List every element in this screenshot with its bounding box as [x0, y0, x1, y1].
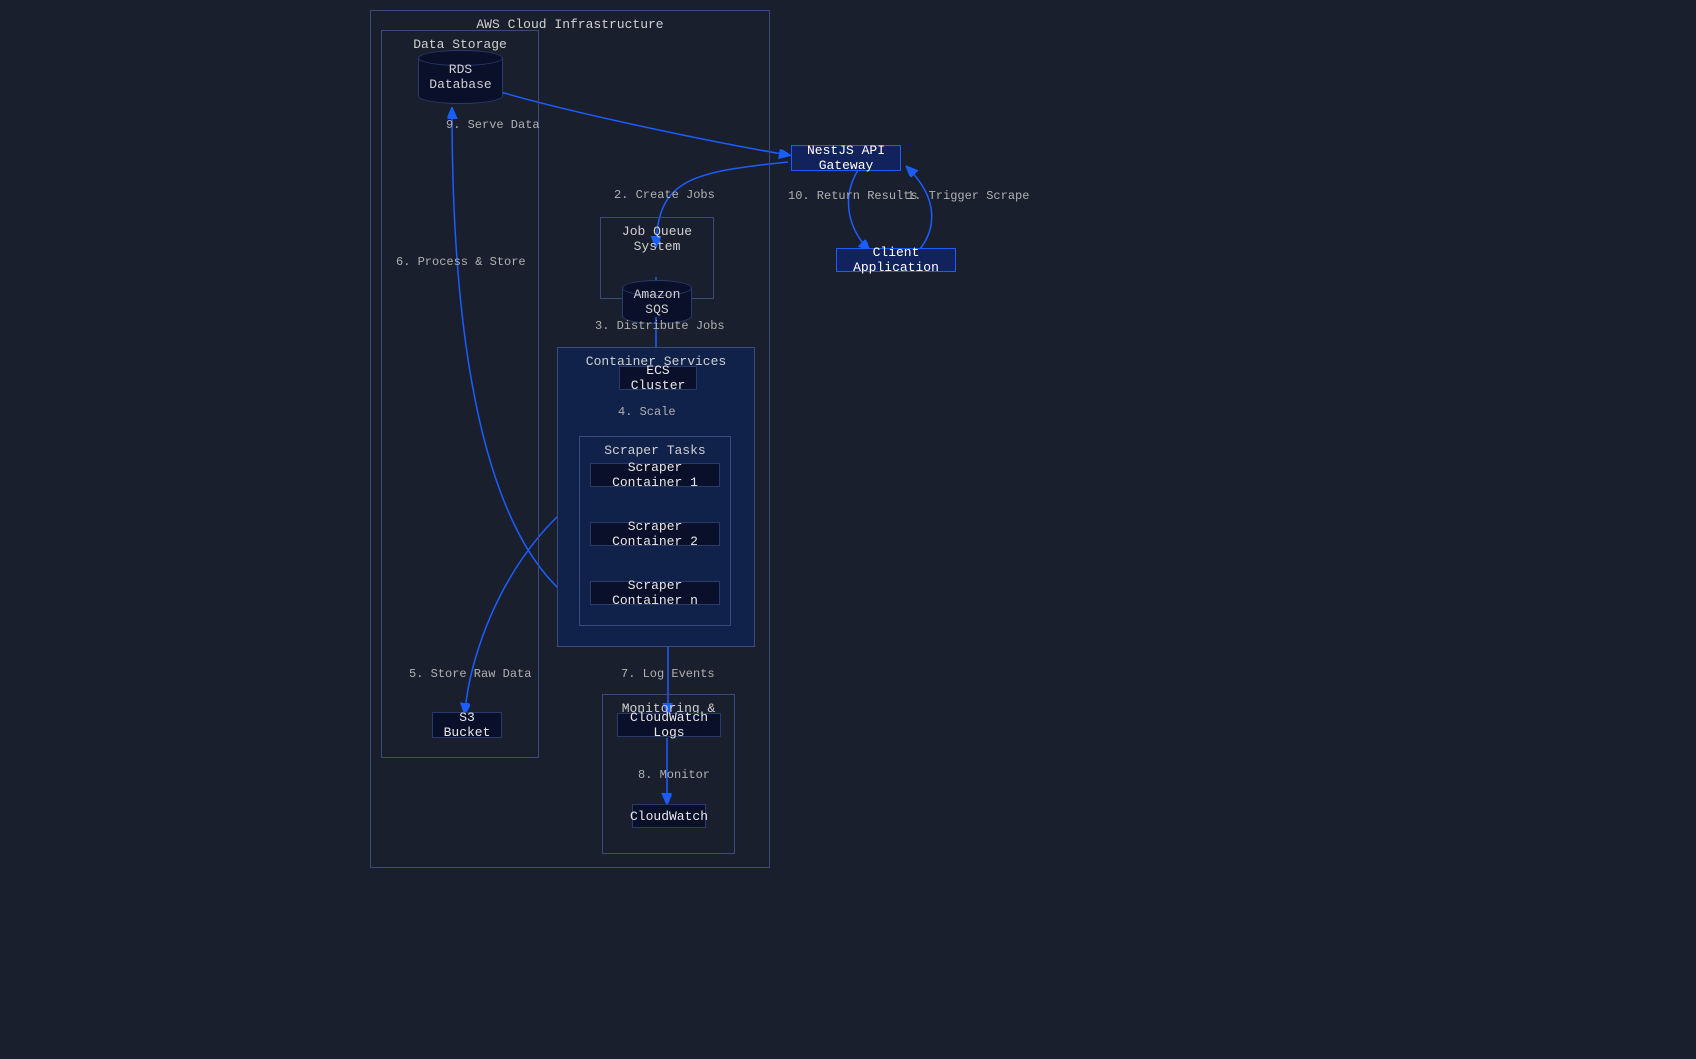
edge-label-6: 6. Process & Store	[396, 255, 526, 269]
node-s3: S3 Bucket	[432, 712, 502, 738]
subgraph-storage: Data Storage	[381, 30, 539, 758]
edge-label-4: 4. Scale	[618, 405, 676, 419]
edge-label-1: 1. Trigger Scrape	[907, 189, 1029, 203]
node-api-gateway: NestJS API Gateway	[791, 145, 901, 171]
edge-label-8: 8. Monitor	[638, 768, 710, 782]
node-sqs: Amazon SQS	[622, 287, 692, 317]
node-logs: CloudWatch Logs	[617, 713, 721, 737]
edge-label-10: 10. Return Results	[788, 189, 918, 203]
node-scraper-2: Scraper Container 2	[590, 522, 720, 546]
edge-label-2: 2. Create Jobs	[614, 188, 715, 202]
node-cloudwatch: CloudWatch	[632, 804, 706, 828]
edge-label-7: 7. Log Events	[621, 667, 715, 681]
node-rds: RDS Database	[418, 57, 503, 97]
node-client: Client Application	[836, 248, 956, 272]
edge-label-9: 9. Serve Data	[446, 118, 540, 132]
subgraph-tasks-title: Scraper Tasks	[580, 443, 730, 458]
node-sqs-label: Amazon SQS	[622, 287, 692, 317]
node-ecs: ECS Cluster	[619, 366, 697, 390]
node-rds-label: RDS Database	[418, 62, 503, 92]
node-scraper-1: Scraper Container 1	[590, 463, 720, 487]
edge-label-5: 5. Store Raw Data	[409, 667, 531, 681]
node-scraper-n: Scraper Container n	[590, 581, 720, 605]
subgraph-queue-title: Job Queue System	[601, 224, 713, 254]
edge-label-3: 3. Distribute Jobs	[595, 319, 725, 333]
